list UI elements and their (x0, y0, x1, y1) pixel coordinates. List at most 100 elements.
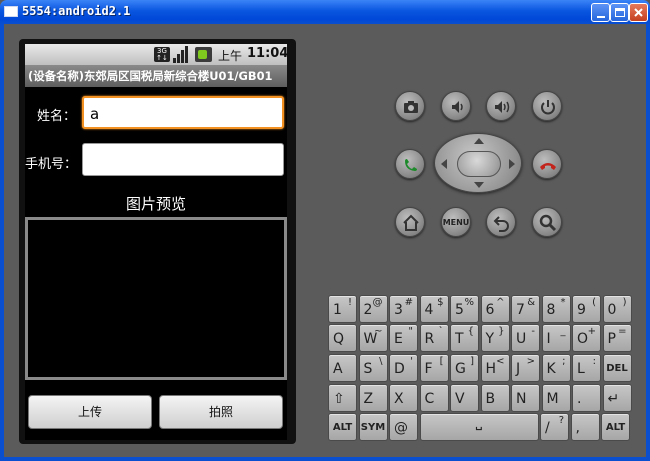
status-ampm: 上午 (218, 49, 243, 63)
key-1[interactable]: 1! (328, 295, 357, 323)
key-label: 4 (424, 302, 434, 318)
key-secondary-label: : (592, 356, 596, 367)
back-button[interactable] (486, 207, 516, 237)
key-4[interactable]: 4 $ (419, 295, 449, 323)
preview-title: 图片预览 (125, 195, 186, 213)
key-label: 5 (455, 302, 464, 318)
key-8[interactable]: 8 * (541, 295, 571, 323)
key-label: Z (363, 391, 374, 407)
key-at[interactable]: @ (389, 413, 418, 441)
key-secondary-label: $ (437, 297, 444, 308)
key-secondary-label: ] (470, 356, 474, 367)
key-o[interactable]: O + (572, 324, 601, 352)
dpad-left-icon[interactable] (441, 159, 447, 169)
key-6[interactable]: 6 ^ (480, 295, 510, 323)
key-w[interactable]: W ~ (358, 324, 388, 352)
maximize-button[interactable] (610, 3, 629, 22)
end-call-button[interactable] (532, 149, 562, 179)
key-secondary-label: # (404, 297, 413, 308)
home-button[interactable] (395, 207, 425, 237)
key-r[interactable]: R ` (419, 324, 449, 352)
key-label: P (607, 331, 616, 347)
dpad-up-icon[interactable] (474, 138, 484, 144)
search-button[interactable] (532, 207, 562, 237)
key-n[interactable]: N (511, 384, 540, 412)
key-t[interactable]: T{ (450, 324, 479, 352)
key-slash[interactable]: /? (540, 413, 569, 441)
volume-up-button[interactable] (486, 91, 516, 121)
key-u[interactable]: U- (511, 324, 540, 352)
key-period[interactable]: . (572, 384, 601, 412)
key-k[interactable]: K; (541, 354, 571, 382)
key-m[interactable]: M (541, 384, 571, 412)
key-h[interactable]: H < (480, 354, 510, 382)
minimize-button[interactable] (591, 3, 610, 22)
key-q[interactable]: Q (328, 324, 357, 352)
key-5[interactable]: 5% (450, 295, 479, 323)
key-space[interactable]: ␣ (419, 413, 539, 441)
upload-button[interactable]: 上传 (28, 395, 152, 429)
key-label: 1 (333, 302, 342, 318)
key-label: 6 (485, 302, 495, 318)
key-secondary-label: ( (592, 297, 596, 308)
key-label: L (577, 361, 585, 377)
dpad-right-icon[interactable] (509, 159, 515, 169)
key-a[interactable]: A (328, 354, 357, 382)
dpad-down-icon[interactable] (474, 182, 484, 188)
key-g[interactable]: G] (450, 354, 479, 382)
key-s[interactable]: S \ (358, 354, 388, 382)
key-secondary-label: \ (379, 356, 383, 367)
key-b[interactable]: B (480, 384, 510, 412)
key-z[interactable]: Z (358, 384, 388, 412)
key-delete[interactable]: DEL (602, 354, 632, 382)
key-shift[interactable]: ⇧ (328, 384, 357, 412)
key-label: 0 (607, 302, 617, 318)
name-input[interactable]: a (82, 96, 284, 129)
key-p[interactable]: P = (602, 324, 632, 352)
key-x[interactable]: X (389, 384, 418, 412)
call-button[interactable] (395, 149, 425, 179)
key-3[interactable]: 3 # (389, 295, 418, 323)
key-label: Q (333, 331, 345, 347)
key-f[interactable]: F[ (419, 354, 449, 382)
phone-input[interactable] (82, 143, 284, 176)
dpad-center-button[interactable] (457, 151, 501, 177)
dpad[interactable] (434, 133, 522, 193)
key-l[interactable]: L: (572, 354, 601, 382)
take-photo-button[interactable]: 拍照 (159, 395, 283, 429)
key-9[interactable]: 9( (572, 295, 601, 323)
key-2[interactable]: 2 @ (358, 295, 388, 323)
key-secondary-label: & (527, 297, 535, 308)
key-e[interactable]: E " (389, 324, 418, 352)
key-comma[interactable]: , (570, 413, 600, 441)
key-secondary-label: @ (372, 297, 383, 308)
window-titlebar[interactable]: 5554:android2.1 (0, 0, 650, 24)
window-frame-bottom (0, 457, 650, 461)
key-alt-left[interactable]: ALT (328, 413, 357, 441)
key-label: E (394, 331, 403, 347)
close-button[interactable] (629, 3, 648, 22)
key-label: 2 (363, 302, 373, 318)
status-bar: 3G ↑↓ 上午 11:04 (25, 44, 288, 65)
key-label: DEL (606, 363, 628, 374)
power-button[interactable] (532, 91, 562, 121)
key-label: , (575, 420, 580, 436)
home-icon (403, 214, 419, 231)
key-7[interactable]: 7 & (511, 295, 540, 323)
key-y[interactable]: Y} (480, 324, 510, 352)
key-label: K (546, 361, 556, 377)
key-label: O (577, 331, 589, 347)
key-v[interactable]: V (450, 384, 479, 412)
key-enter[interactable]: ↵ (602, 384, 632, 412)
menu-button[interactable]: MENU (441, 207, 471, 237)
key-c[interactable]: C (419, 384, 449, 412)
key-sym[interactable]: SYM (358, 413, 388, 441)
camera-button[interactable] (395, 91, 425, 121)
key-0[interactable]: 0) (602, 295, 632, 323)
key-alt-right[interactable]: ALT (601, 413, 630, 441)
volume-down-button[interactable] (441, 91, 471, 121)
key-i[interactable]: I _ (541, 324, 571, 352)
key-j[interactable]: J > (511, 354, 540, 382)
key-secondary-label: ! (347, 297, 352, 308)
key-d[interactable]: D ' (389, 354, 418, 382)
